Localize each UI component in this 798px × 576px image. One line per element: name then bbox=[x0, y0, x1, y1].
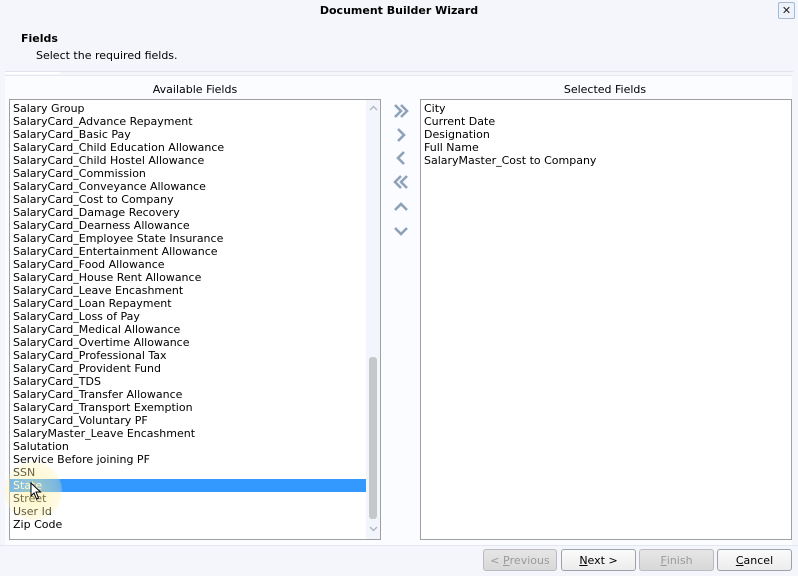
selected-fields-list[interactable]: City Current Date Designation Full Name Sala… bbox=[420, 99, 792, 540]
previous-prefix: < bbox=[490, 553, 504, 567]
next-button[interactable]: Next > bbox=[561, 549, 636, 571]
header-divider-accent bbox=[5, 72, 60, 74]
chevron-down-icon bbox=[369, 525, 378, 535]
available-fields-items: Salary Group SalaryCard_Advance Repayment… bbox=[10, 102, 366, 531]
list-item[interactable]: SalaryCard_Loan Repayment bbox=[10, 297, 366, 310]
scroll-up-button[interactable] bbox=[366, 102, 380, 116]
remove-button[interactable] bbox=[391, 148, 411, 168]
chevron-up-icon bbox=[393, 201, 409, 213]
list-item[interactable]: SalaryCard_Child Education Allowance bbox=[10, 141, 366, 154]
list-item[interactable]: SalaryCard_Voluntary PF bbox=[10, 414, 366, 427]
previous-label: revious bbox=[509, 553, 550, 567]
list-item[interactable]: SalaryCard_Professional Tax bbox=[10, 349, 366, 362]
chevron-up-icon bbox=[369, 104, 378, 114]
selected-fields-label: Selected Fields bbox=[563, 83, 647, 96]
next-label: ext > bbox=[587, 553, 618, 567]
move-up-button[interactable] bbox=[391, 197, 411, 217]
double-chevron-right-icon bbox=[392, 103, 410, 119]
list-item[interactable]: SalaryMaster_Leave Encashment bbox=[10, 427, 366, 440]
chevron-left-icon bbox=[395, 150, 407, 166]
title-bar: Document Builder Wizard ✕ bbox=[0, 0, 798, 22]
available-fields-list[interactable]: Salary Group SalaryCard_Advance Repayment… bbox=[9, 99, 381, 540]
list-item[interactable]: SalaryCard_Employee State Insurance bbox=[10, 232, 366, 245]
list-item[interactable]: SalaryMaster_Cost to Company bbox=[421, 154, 791, 167]
page-title: Fields bbox=[21, 32, 58, 45]
list-item[interactable]: SalaryCard_Dearness Allowance bbox=[10, 219, 366, 232]
list-item[interactable]: SSN bbox=[10, 466, 366, 479]
chevron-right-icon bbox=[395, 127, 407, 143]
list-item[interactable]: SalaryCard_Basic Pay bbox=[10, 128, 366, 141]
next-mnemonic: N bbox=[579, 553, 588, 567]
list-item[interactable]: SalaryCard_Provident Fund bbox=[10, 362, 366, 375]
previous-button[interactable]: < Previous bbox=[483, 549, 557, 571]
list-item[interactable]: City bbox=[421, 102, 791, 115]
add-button[interactable] bbox=[391, 125, 411, 145]
remove-all-button[interactable] bbox=[391, 172, 411, 192]
list-item[interactable]: Salary Group bbox=[10, 102, 366, 115]
list-item[interactable]: Zip Code bbox=[10, 518, 366, 531]
cancel-label: ancel bbox=[743, 553, 774, 567]
list-item[interactable]: SalaryCard_Cost to Company bbox=[10, 193, 366, 206]
double-chevron-left-icon bbox=[392, 174, 410, 190]
close-button[interactable]: ✕ bbox=[778, 2, 795, 19]
list-item[interactable]: SalaryCard_Conveyance Allowance bbox=[10, 180, 366, 193]
list-item[interactable]: SalaryCard_House Rent Allowance bbox=[10, 271, 366, 284]
selected-fields-items: City Current Date Designation Full Name Sala… bbox=[421, 102, 791, 167]
list-item[interactable]: User Id bbox=[10, 505, 366, 518]
list-item[interactable]: SalaryCard_Transfer Allowance bbox=[10, 388, 366, 401]
list-item[interactable]: Salutation bbox=[10, 440, 366, 453]
close-icon: ✕ bbox=[781, 4, 792, 17]
finish-label: inish bbox=[666, 553, 693, 567]
scrollbar-thumb[interactable] bbox=[369, 357, 377, 519]
list-item[interactable]: SalaryCard_Medical Allowance bbox=[10, 323, 366, 336]
available-fields-label: Available Fields bbox=[152, 83, 238, 96]
list-item[interactable]: SalaryCard_Transport Exemption bbox=[10, 401, 366, 414]
cancel-button[interactable]: Cancel bbox=[717, 549, 792, 571]
cancel-mnemonic: C bbox=[735, 553, 744, 567]
list-item[interactable]: Full Name bbox=[421, 141, 791, 154]
list-item[interactable]: State bbox=[10, 479, 366, 492]
list-item[interactable]: SalaryCard_Overtime Allowance bbox=[10, 336, 366, 349]
previous-mnemonic: P bbox=[503, 553, 510, 567]
list-item[interactable]: Service Before joining PF bbox=[10, 453, 366, 466]
footer-divider bbox=[0, 545, 798, 546]
finish-button[interactable]: Finish bbox=[639, 549, 714, 571]
add-all-button[interactable] bbox=[391, 101, 411, 121]
scroll-down-button[interactable] bbox=[366, 523, 380, 537]
list-item[interactable]: Current Date bbox=[421, 115, 791, 128]
list-item[interactable]: SalaryCard_Food Allowance bbox=[10, 258, 366, 271]
move-down-button[interactable] bbox=[391, 221, 411, 241]
list-item[interactable]: SalaryCard_TDS bbox=[10, 375, 366, 388]
window-title: Document Builder Wizard bbox=[319, 4, 479, 17]
header-divider bbox=[5, 71, 793, 72]
list-item[interactable]: SalaryCard_Commission bbox=[10, 167, 366, 180]
list-item[interactable]: Designation bbox=[421, 128, 791, 141]
list-item[interactable]: Street bbox=[10, 492, 366, 505]
chevron-down-icon bbox=[393, 225, 409, 237]
list-item[interactable]: SalaryCard_Advance Repayment bbox=[10, 115, 366, 128]
page-subtitle: Select the required fields. bbox=[36, 49, 178, 62]
list-item[interactable]: SalaryCard_Entertainment Allowance bbox=[10, 245, 366, 258]
list-item[interactable]: SalaryCard_Damage Recovery bbox=[10, 206, 366, 219]
list-item[interactable]: SalaryCard_Loss of Pay bbox=[10, 310, 366, 323]
list-item[interactable]: SalaryCard_Leave Encashment bbox=[10, 284, 366, 297]
available-fields-scrollbar[interactable] bbox=[366, 100, 380, 539]
list-item[interactable]: SalaryCard_Child Hostel Allowance bbox=[10, 154, 366, 167]
